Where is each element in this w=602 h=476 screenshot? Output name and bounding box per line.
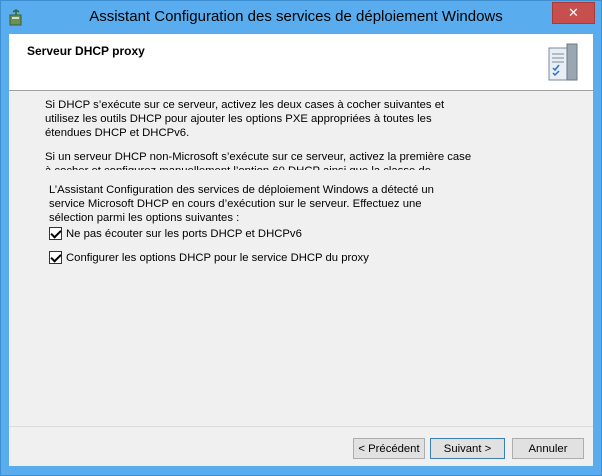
wizard-header: Serveur DHCP proxy	[9, 34, 593, 91]
page-title: Serveur DHCP proxy	[27, 44, 145, 58]
wizard-client-area: Serveur DHCP proxy Si DHCP s’exécute sur…	[9, 34, 593, 466]
server-icon	[548, 43, 578, 81]
checkbox-configure-dhcp[interactable]	[49, 251, 62, 264]
checkbox-no-listen-dhcp[interactable]	[49, 227, 62, 240]
close-button[interactable]: ✕	[552, 2, 595, 24]
checkbox-label: Configurer les options DHCP pour le serv…	[66, 251, 369, 264]
info-paragraph-1: Si DHCP s’exécute sur ce serveur, active…	[45, 99, 445, 139]
info-text-area[interactable]: Si DHCP s’exécute sur ce serveur, active…	[45, 98, 475, 170]
checkbox-label: Ne pas écouter sur les ports DHCP et DHC…	[66, 227, 302, 240]
window-title: Assistant Configuration des services de …	[89, 8, 503, 25]
close-icon: ✕	[568, 5, 579, 20]
cancel-button[interactable]: Annuler	[512, 438, 584, 459]
wizard-window: Assistant Configuration des services de …	[0, 0, 602, 476]
info-paragraph-2: Si un serveur DHCP non-Microsoft s’exécu…	[45, 151, 472, 170]
wds-app-icon	[9, 9, 22, 26]
title-bar[interactable]: Assistant Configuration des services de …	[1, 1, 601, 35]
previous-button[interactable]: < Précédent	[353, 438, 425, 459]
next-button[interactable]: Suivant >	[430, 438, 505, 459]
option-configure-dhcp[interactable]: Configurer les options DHCP pour le serv…	[49, 251, 369, 264]
option-no-listen-dhcp[interactable]: Ne pas écouter sur les ports DHCP et DHC…	[49, 227, 302, 240]
footer-divider	[9, 426, 593, 427]
detection-message: L’Assistant Configuration des services d…	[49, 184, 434, 224]
